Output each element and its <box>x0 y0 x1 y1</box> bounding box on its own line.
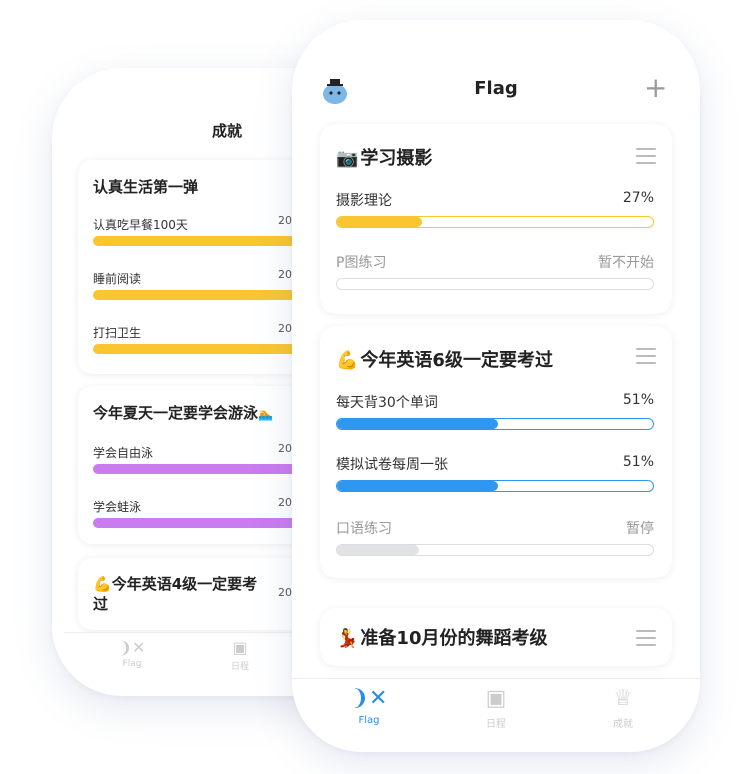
tab-schedule[interactable]: ▣ 日程 <box>466 685 526 730</box>
task-status: 暂停 <box>626 521 654 537</box>
menu-icon[interactable] <box>636 348 656 369</box>
task-name: 摄影理论 <box>336 193 392 209</box>
card-title: 认真生活第一弹 <box>93 178 199 196</box>
muscle-icon: 💪 <box>93 575 112 593</box>
muscle-icon: 💪 <box>336 350 359 371</box>
tab-flag[interactable]: ❩✕ Flag <box>339 685 399 726</box>
crown-icon: ♕ <box>613 686 633 711</box>
flag-icon: ❩✕ <box>118 638 146 657</box>
tab-flag[interactable]: ❩✕ Flag <box>112 637 152 669</box>
task-name: 口语练习 <box>336 521 392 537</box>
flag-icon: ❩✕ <box>350 686 388 711</box>
card-title: 今年夏天一定要学会游泳🏊 <box>93 404 273 422</box>
flag-task-row[interactable]: 口语练习 暂停 <box>336 518 654 556</box>
progress-track <box>336 278 654 290</box>
item-date: 20 <box>278 586 292 599</box>
progress-fill <box>337 419 499 429</box>
tab-schedule[interactable]: ▣ 日程 <box>220 637 260 672</box>
task-percent: 27% <box>622 190 654 206</box>
task-name: P图练习 <box>336 255 387 271</box>
flag-task-row[interactable]: P图练习 暂不开始 <box>336 252 654 290</box>
item-date: 20 <box>278 496 292 509</box>
card-title: 📷 学习摄影 <box>336 148 433 169</box>
progress-track <box>336 544 654 556</box>
progress-fill <box>337 217 423 227</box>
item-name: 睡前阅读 <box>93 272 142 286</box>
task-percent: 51% <box>622 392 654 408</box>
progress-fill <box>337 545 420 555</box>
task-percent: 51% <box>622 454 654 470</box>
card-title: 💪 今年英语6级一定要考过 <box>336 350 553 371</box>
item-name: 学会自由泳 <box>93 446 154 460</box>
task-name: 每天背30个单词 <box>336 395 438 411</box>
page-title: Flag <box>474 78 518 99</box>
menu-icon[interactable] <box>636 148 656 169</box>
calendar-icon: ▣ <box>485 686 507 711</box>
item-name: 认真吃早餐100天 <box>93 218 188 232</box>
dancer-icon: 💃 <box>336 628 359 649</box>
flag-card[interactable]: 💪 今年英语6级一定要考过 每天背30个单词 51% 模拟试卷每周一张 51% 口… <box>320 326 672 578</box>
item-name: 学会蛙泳 <box>93 500 142 514</box>
progress-track <box>336 216 654 228</box>
flag-card[interactable]: 📷 学习摄影 摄影理论 27% P图练习 暂不开始 <box>320 124 672 314</box>
progress-fill <box>337 481 499 491</box>
menu-icon[interactable] <box>636 630 656 651</box>
add-flag-button[interactable]: + <box>644 74 667 102</box>
task-name: 模拟试卷每周一张 <box>336 457 448 473</box>
task-status: 暂不开始 <box>598 255 654 271</box>
calendar-icon: ▣ <box>232 638 248 657</box>
card-title: 💃 准备10月份的舞蹈考级 <box>336 628 548 649</box>
tab-bar: ❩✕ Flag ▣ 日程 ♕ 成就 <box>292 678 700 752</box>
progress-track <box>336 418 654 430</box>
item-name: 打扫卫生 <box>93 326 142 340</box>
flag-screen: Flag + 📷 学习摄影 摄影理论 27% P图练习 暂不开始 💪 今年英语6级一… <box>292 20 700 752</box>
progress-track <box>336 480 654 492</box>
tab-achievement[interactable]: ♕ 成就 <box>593 685 653 730</box>
flag-task-row[interactable]: 每天背30个单词 51% <box>336 392 654 430</box>
flag-card[interactable]: 💃 准备10月份的舞蹈考级 <box>320 608 672 666</box>
flag-task-row[interactable]: 摄影理论 27% <box>336 190 654 228</box>
camera-icon: 📷 <box>336 148 359 169</box>
swimmer-icon: 🏊 <box>258 407 273 421</box>
card-title: 💪今年英语4级一定要考过 <box>93 575 258 613</box>
flag-task-row[interactable]: 模拟试卷每周一张 51% <box>336 454 654 492</box>
